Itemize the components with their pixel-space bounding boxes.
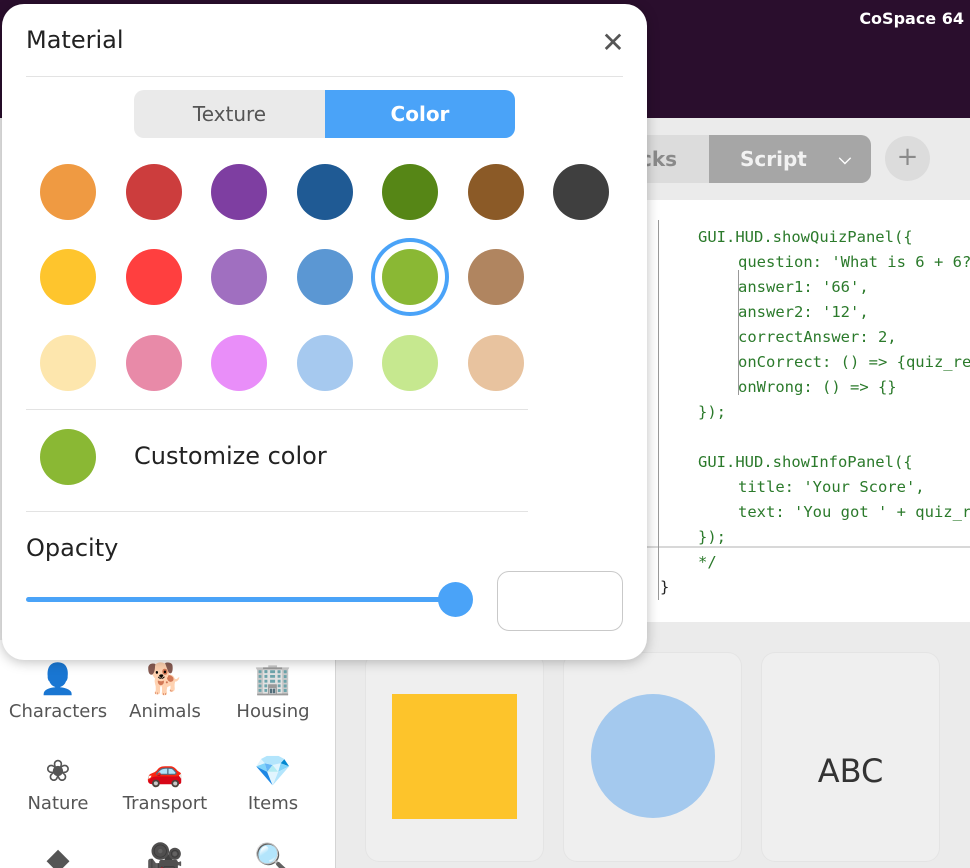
tab-color[interactable]: Color bbox=[325, 90, 515, 138]
divider bbox=[26, 409, 528, 410]
chevron-down-icon[interactable]: ⌵ bbox=[839, 135, 851, 183]
opacity-slider-thumb[interactable] bbox=[438, 582, 473, 617]
object-card-circle[interactable] bbox=[563, 652, 742, 862]
color-swatch[interactable] bbox=[297, 335, 353, 391]
camera-icon: 🎥 bbox=[146, 842, 184, 868]
category-animals[interactable]: 🐕 Animals bbox=[110, 660, 220, 722]
color-swatch[interactable] bbox=[126, 335, 182, 391]
color-swatch[interactable] bbox=[297, 164, 353, 220]
color-swatch[interactable] bbox=[553, 164, 609, 220]
code-text: */ bbox=[698, 553, 717, 571]
color-swatch[interactable] bbox=[126, 249, 182, 305]
circle-shape bbox=[591, 694, 715, 818]
dog-icon: 🐕 bbox=[146, 662, 184, 697]
category-shapes[interactable]: ◆ bbox=[3, 840, 113, 868]
color-swatch[interactable] bbox=[40, 335, 96, 391]
code-text: text: 'You got ' + quiz_result bbox=[738, 503, 970, 521]
category-label: Characters bbox=[8, 701, 108, 722]
add-tab-button[interactable]: + bbox=[885, 136, 930, 181]
color-swatch[interactable] bbox=[468, 164, 524, 220]
category-label: Items bbox=[247, 793, 299, 814]
category-search[interactable]: 🔍 bbox=[218, 840, 328, 868]
color-swatch[interactable] bbox=[297, 249, 353, 305]
code-text: answer1: '66', bbox=[738, 278, 869, 296]
flower-icon: ❀ bbox=[45, 754, 71, 789]
color-swatch[interactable] bbox=[382, 335, 438, 391]
category-label: Animals bbox=[129, 701, 201, 722]
color-swatch[interactable] bbox=[40, 164, 96, 220]
code-text: } bbox=[660, 578, 670, 596]
color-swatch[interactable] bbox=[211, 164, 267, 220]
code-text: GUI.HUD.showQuizPanel({ bbox=[698, 228, 913, 246]
color-swatch[interactable] bbox=[211, 335, 267, 391]
text-shape-label: ABC bbox=[817, 752, 884, 790]
shapes-icon: ◆ bbox=[46, 842, 70, 868]
opacity-value-input[interactable] bbox=[497, 571, 623, 631]
app-brand: CoSpace 64 bbox=[859, 9, 964, 28]
object-card-text[interactable]: ABC bbox=[761, 652, 940, 862]
divider bbox=[26, 511, 528, 512]
color-swatch[interactable] bbox=[468, 335, 524, 391]
category-items[interactable]: 💎 Items bbox=[218, 752, 328, 814]
code-text: title: 'Your Score', bbox=[738, 478, 925, 496]
search-icon: 🔍 bbox=[254, 842, 292, 868]
customize-color-label[interactable]: Customize color bbox=[134, 442, 327, 470]
object-category-panel: 👤 Characters 🐕 Animals 🏢 Housing ❀ Nature 🚗 Trans… bbox=[0, 640, 336, 868]
code-text: question: 'What is 6 + 6?', bbox=[738, 253, 970, 271]
opacity-slider-track[interactable] bbox=[26, 597, 456, 602]
material-popup: Material ✕ Texture Color Customize color… bbox=[2, 4, 647, 660]
opacity-label: Opacity bbox=[26, 534, 119, 562]
close-icon[interactable]: ✕ bbox=[599, 26, 627, 59]
category-label: Housing bbox=[236, 701, 310, 722]
code-text: }); bbox=[698, 403, 726, 421]
tab-script[interactable]: Script ⌵ bbox=[709, 135, 871, 183]
car-icon: 🚗 bbox=[146, 754, 184, 789]
color-swatch[interactable] bbox=[382, 164, 438, 220]
custom-color-swatch[interactable] bbox=[40, 429, 96, 485]
category-housing[interactable]: 🏢 Housing bbox=[218, 660, 328, 722]
category-transport[interactable]: 🚗 Transport bbox=[110, 752, 220, 814]
category-nature[interactable]: ❀ Nature bbox=[3, 752, 113, 814]
code-text: answer2: '12', bbox=[738, 303, 869, 321]
tab-script-label: Script bbox=[740, 147, 807, 171]
diamond-icon: 💎 bbox=[254, 754, 292, 789]
person-icon: 👤 bbox=[39, 662, 77, 697]
category-label: Nature bbox=[27, 793, 89, 814]
building-icon: 🏢 bbox=[254, 662, 292, 697]
color-swatch[interactable] bbox=[468, 249, 524, 305]
category-characters[interactable]: 👤 Characters bbox=[3, 660, 113, 722]
category-label: Transport bbox=[122, 793, 208, 814]
color-swatch[interactable] bbox=[40, 249, 96, 305]
color-swatch[interactable] bbox=[382, 249, 438, 305]
color-swatch[interactable] bbox=[126, 164, 182, 220]
code-text: GUI.HUD.showInfoPanel({ bbox=[698, 453, 913, 471]
code-text: }); bbox=[698, 528, 726, 546]
code-text: onCorrect: () => {quiz_result = 1;}, bbox=[738, 353, 970, 371]
tab-texture[interactable]: Texture bbox=[134, 90, 325, 138]
divider bbox=[26, 76, 623, 77]
popup-title: Material bbox=[26, 26, 124, 54]
category-camera[interactable]: 🎥 bbox=[110, 840, 220, 868]
code-text: correctAnswer: 2, bbox=[738, 328, 897, 346]
object-card-square[interactable] bbox=[365, 652, 544, 862]
square-shape bbox=[392, 694, 517, 819]
code-text: onWrong: () => {} bbox=[738, 378, 897, 396]
color-swatch[interactable] bbox=[211, 249, 267, 305]
